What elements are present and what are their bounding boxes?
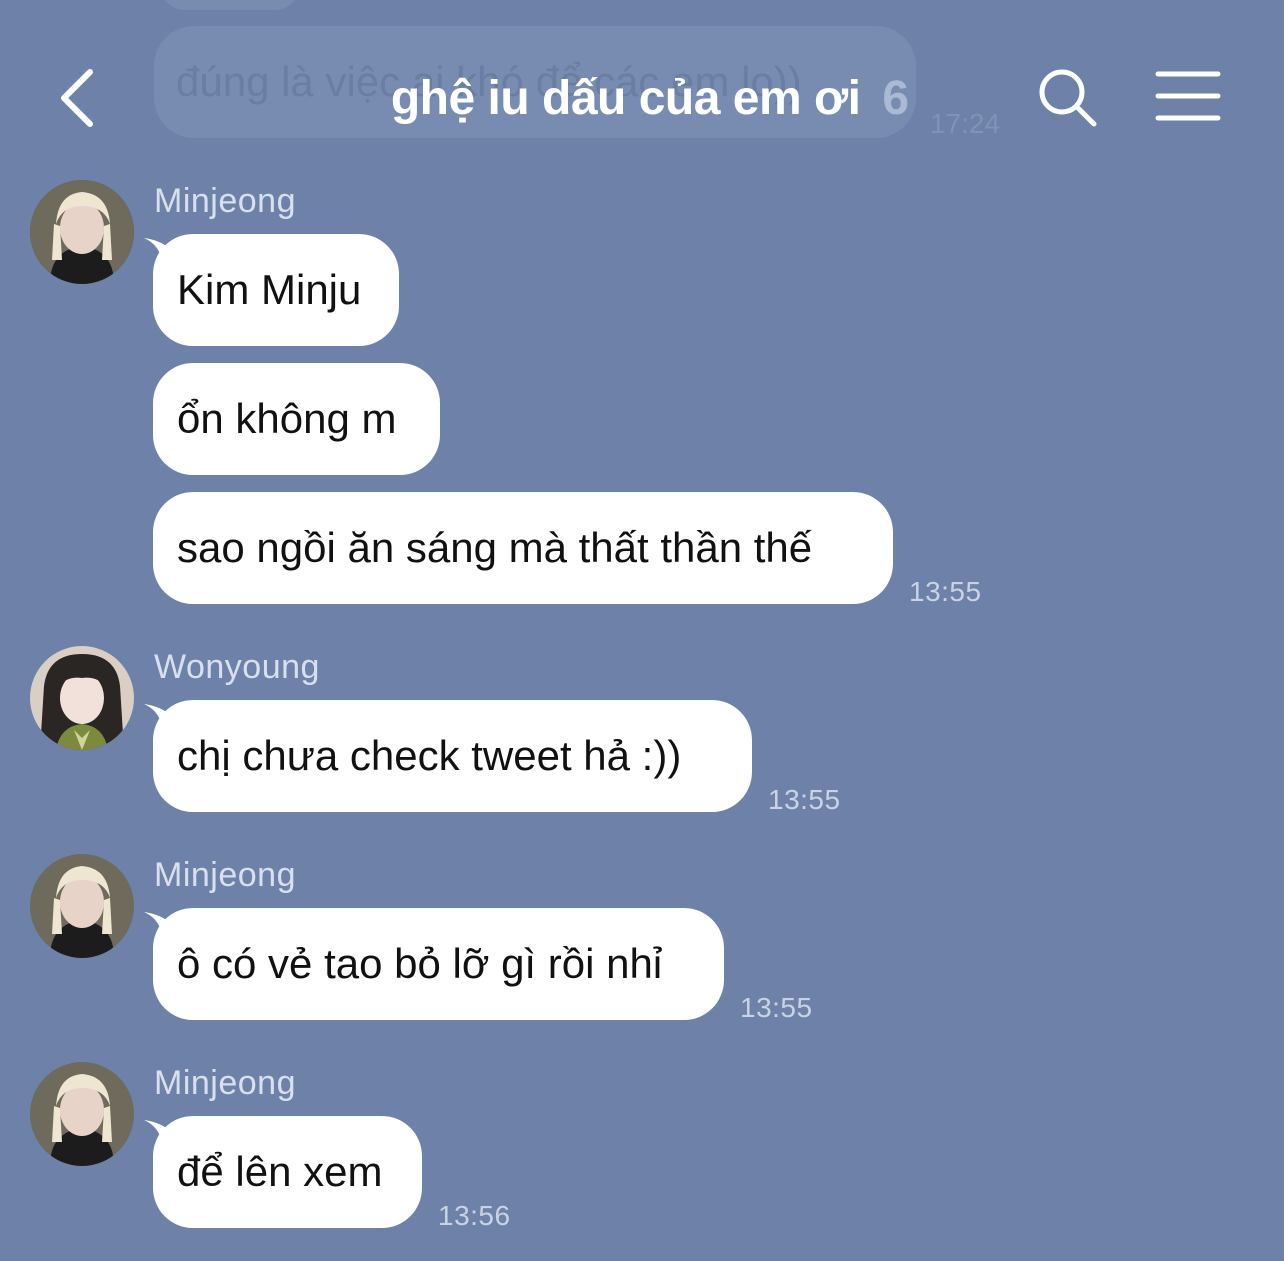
avatar-wonyoung[interactable] bbox=[30, 646, 134, 750]
menu-icon bbox=[1155, 71, 1221, 121]
message-bubble[interactable]: sao ngồi ăn sáng mà thất thần thế bbox=[153, 492, 893, 604]
search-icon bbox=[1039, 69, 1097, 127]
sender-name: Minjeong bbox=[154, 856, 296, 894]
message-bubble[interactable]: Kim Minju bbox=[153, 234, 399, 346]
chat-title: ghệ iu dấu của em ơi bbox=[390, 71, 861, 125]
avatar-image bbox=[30, 180, 134, 284]
message-bubble[interactable]: ổn không m bbox=[153, 363, 440, 475]
search-button[interactable] bbox=[1034, 64, 1102, 132]
avatar-image bbox=[30, 854, 134, 958]
member-count: 6 bbox=[882, 71, 910, 125]
sender-name: Wonyoung bbox=[154, 648, 320, 686]
sender-name: Minjeong bbox=[154, 1064, 296, 1102]
avatar-image bbox=[30, 1062, 134, 1166]
back-chevron-icon bbox=[61, 69, 93, 127]
message-time: 13:55 bbox=[909, 576, 982, 607]
message-bubble[interactable]: ô có vẻ tao bỏ lỡ gì rồi nhỉ bbox=[153, 908, 724, 1020]
chat-header: ghệ iu dấu của em ơi 6 bbox=[0, 0, 1284, 190]
back-button[interactable] bbox=[48, 62, 108, 134]
message-bubble[interactable]: để lên xem bbox=[153, 1116, 422, 1228]
avatar-image bbox=[30, 646, 134, 750]
avatar-minjeong[interactable] bbox=[30, 1062, 134, 1166]
chat-title-group[interactable]: ghệ iu dấu của em ơi 6 bbox=[330, 62, 970, 134]
message-bubble[interactable]: chị chưa check tweet hả :)) bbox=[153, 700, 752, 812]
avatar-minjeong[interactable] bbox=[30, 180, 134, 284]
menu-button[interactable] bbox=[1152, 66, 1224, 126]
message-time: 13:56 bbox=[438, 1200, 511, 1231]
message-time: 13:55 bbox=[740, 992, 813, 1023]
message-time: 13:55 bbox=[768, 784, 841, 815]
avatar-minjeong[interactable] bbox=[30, 854, 134, 958]
